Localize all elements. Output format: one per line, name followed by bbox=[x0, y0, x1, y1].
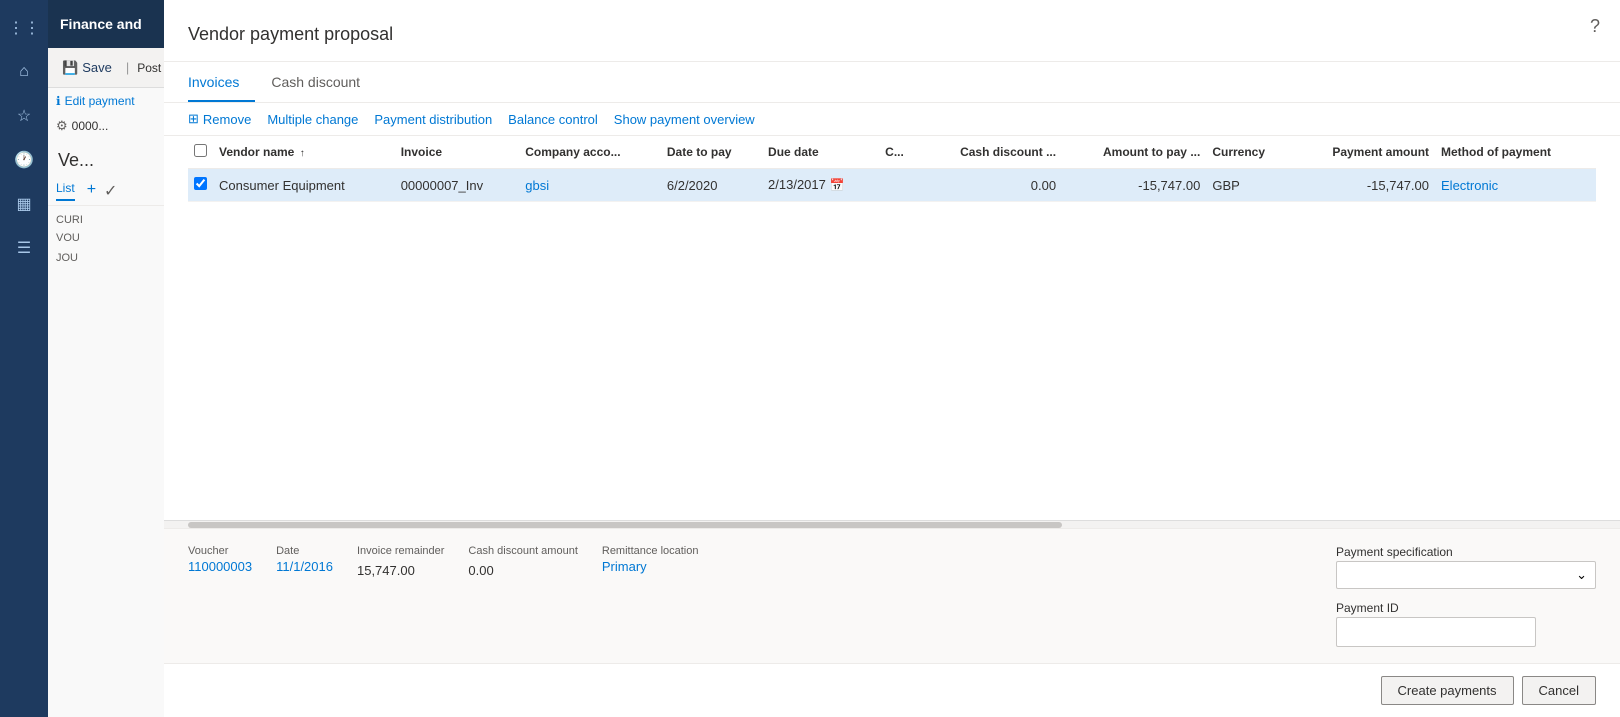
chart-icon[interactable]: ▦ bbox=[4, 184, 44, 224]
invoice-remainder-field: Invoice remainder 15,747.00 bbox=[357, 545, 444, 647]
col-currency: Currency bbox=[1206, 136, 1291, 169]
add-button[interactable]: + bbox=[87, 181, 96, 201]
cell-method-of-payment[interactable]: Electronic bbox=[1435, 169, 1596, 202]
home-icon[interactable]: ⌂ bbox=[4, 52, 44, 92]
payment-distribution-button[interactable]: Payment distribution bbox=[374, 112, 492, 127]
payment-specification-group: Payment specification ⌄ bbox=[1336, 545, 1596, 589]
grid-icon[interactable]: ⋮⋮ bbox=[4, 8, 44, 48]
col-c: C... bbox=[879, 136, 919, 169]
cell-company-account[interactable]: gbsi bbox=[519, 169, 661, 202]
payment-specification-dropdown[interactable]: ⌄ bbox=[1336, 561, 1596, 589]
action-bar: ⊞ Remove Multiple change Payment distrib… bbox=[164, 103, 1620, 136]
cancel-button[interactable]: Cancel bbox=[1522, 676, 1596, 705]
modal-overlay: ? Vendor payment proposal Invoices Cash … bbox=[164, 0, 1620, 717]
col-amount-to-pay: Amount to pay ... bbox=[1062, 136, 1206, 169]
col-payment-amount: Payment amount bbox=[1292, 136, 1435, 169]
table-row[interactable]: Consumer Equipment 00000007_Inv gbsi 6/2… bbox=[188, 169, 1596, 202]
remittance-location-value[interactable]: Primary bbox=[602, 559, 699, 574]
col-cash-discount: Cash discount ... bbox=[920, 136, 1062, 169]
invoice-remainder-value: 15,747.00 bbox=[357, 559, 444, 582]
modal-footer: Create payments Cancel bbox=[164, 663, 1620, 717]
save-button[interactable]: 💾 Save bbox=[56, 56, 118, 80]
col-method-of-payment: Method of payment bbox=[1435, 136, 1596, 169]
payment-id-group: Payment ID bbox=[1336, 601, 1596, 647]
cell-invoice: 00000007_Inv bbox=[395, 169, 520, 202]
help-icon[interactable]: ? bbox=[1590, 16, 1600, 37]
col-invoice: Invoice bbox=[395, 136, 520, 169]
create-payments-button[interactable]: Create payments bbox=[1381, 676, 1514, 705]
balance-control-button[interactable]: Balance control bbox=[508, 112, 598, 127]
cell-payment-amount: -15,747.00 bbox=[1292, 169, 1435, 202]
cell-amount-to-pay: -15,747.00 bbox=[1062, 169, 1206, 202]
details-panel: Voucher 110000003 Date 11/1/2016 Invoice… bbox=[164, 528, 1620, 663]
toolbar-separator: | bbox=[126, 60, 129, 75]
cell-cash-discount: 0.00 bbox=[920, 169, 1062, 202]
payment-right-section: Payment specification ⌄ Payment ID bbox=[1336, 545, 1596, 647]
col-date-to-pay: Date to pay bbox=[661, 136, 762, 169]
tabs-bar: Invoices Cash discount bbox=[164, 62, 1620, 103]
table-container: Vendor name ↑ Invoice Company acco... Da… bbox=[164, 136, 1620, 520]
id-label: 0000... bbox=[72, 119, 109, 133]
info-icon: ℹ bbox=[56, 94, 61, 108]
voucher-field: Voucher 110000003 bbox=[188, 545, 252, 647]
cash-discount-amount-value: 0.00 bbox=[468, 559, 577, 582]
sort-icon: ↑ bbox=[300, 148, 305, 159]
modal-title: Vendor payment proposal bbox=[164, 0, 1620, 62]
save-icon: 💾 bbox=[62, 60, 78, 76]
date-value[interactable]: 11/1/2016 bbox=[276, 559, 333, 574]
date-field: Date 11/1/2016 bbox=[276, 545, 333, 647]
remittance-location-field: Remittance location Primary bbox=[602, 545, 699, 647]
check-button[interactable]: ✓ bbox=[104, 181, 117, 201]
voucher-value[interactable]: 110000003 bbox=[188, 559, 252, 574]
payment-id-input[interactable] bbox=[1336, 617, 1536, 647]
chevron-down-icon: ⌄ bbox=[1576, 567, 1587, 583]
row-checkbox[interactable] bbox=[194, 177, 207, 190]
cell-currency: GBP bbox=[1206, 169, 1291, 202]
list-icon[interactable]: ☰ bbox=[4, 228, 44, 268]
filter-icon[interactable]: ⚙ bbox=[56, 118, 68, 134]
clock-icon[interactable]: 🕐 bbox=[4, 140, 44, 180]
col-vendor-name: Vendor name ↑ bbox=[213, 136, 395, 169]
cell-c bbox=[879, 169, 919, 202]
star-icon[interactable]: ☆ bbox=[4, 96, 44, 136]
cash-discount-amount-field: Cash discount amount 0.00 bbox=[468, 545, 577, 647]
cell-vendor-name: Consumer Equipment bbox=[213, 169, 395, 202]
multiple-change-button[interactable]: Multiple change bbox=[267, 112, 358, 127]
tab-invoices[interactable]: Invoices bbox=[188, 62, 255, 102]
list-tab[interactable]: List bbox=[56, 181, 75, 201]
nav-sidebar: ⋮⋮ ⌂ ☆ 🕐 ▦ ☰ bbox=[0, 0, 48, 717]
select-all-checkbox[interactable] bbox=[194, 144, 207, 157]
post-label: Post bbox=[137, 61, 161, 75]
cell-date-to-pay: 6/2/2020 bbox=[661, 169, 762, 202]
col-due-date: Due date bbox=[762, 136, 879, 169]
horizontal-scrollbar[interactable] bbox=[164, 520, 1620, 528]
remove-table-icon: ⊞ bbox=[188, 111, 199, 127]
cell-due-date: 2/13/2017 📅 bbox=[762, 169, 879, 200]
show-payment-overview-button[interactable]: Show payment overview bbox=[614, 112, 755, 127]
remove-button[interactable]: ⊞ Remove bbox=[188, 111, 251, 127]
invoices-table: Vendor name ↑ Invoice Company acco... Da… bbox=[188, 136, 1596, 202]
tab-cash-discount[interactable]: Cash discount bbox=[271, 62, 376, 102]
calendar-icon[interactable]: 📅 bbox=[830, 178, 845, 192]
col-company-account: Company acco... bbox=[519, 136, 661, 169]
